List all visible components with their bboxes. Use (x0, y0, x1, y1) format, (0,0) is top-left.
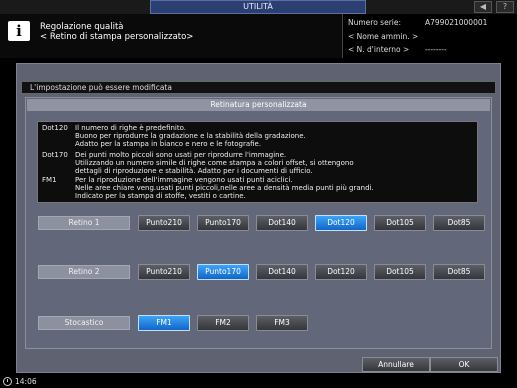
desc-text: Nelle aree chiare veng.usati punti picco… (75, 184, 374, 192)
retino2-punto170-button[interactable]: Punto170 (197, 264, 249, 280)
row-label-retino2: Retino 2 (38, 265, 130, 279)
stocastico-fm3-button[interactable]: FM3 (256, 315, 308, 331)
volume-icon[interactable]: ◀ (474, 1, 492, 13)
serial-label: Numero serie: (348, 18, 402, 27)
retino2-dot105-button[interactable]: Dot105 (374, 264, 426, 280)
info-icon: i (8, 21, 30, 41)
desc-text: Per la riproduzione dell'immagine vengon… (75, 176, 293, 184)
desc-code: Dot120 (42, 124, 68, 132)
help-icon[interactable]: ? (496, 1, 514, 13)
desc-text: Adatto per la stampa in bianco e nero e … (75, 140, 262, 148)
row-label-retino1: Retino 1 (38, 216, 130, 230)
desc-text: Il numero di righe è predefinito. (75, 124, 186, 132)
serial-value: A799021000001 (425, 18, 488, 27)
retino1-punto210-button[interactable]: Punto210 (138, 215, 190, 231)
notice-text: L'impostazione può essere modificata (21, 81, 496, 94)
retino2-dot85-button[interactable]: Dot85 (433, 264, 485, 280)
retino2-punto210-button[interactable]: Punto210 (138, 264, 190, 280)
retino2-dot140-button[interactable]: Dot140 (256, 264, 308, 280)
stocastico-fm1-button[interactable]: FM1 (138, 315, 190, 331)
page-title: Regolazione qualità (40, 22, 124, 32)
clock-icon (3, 377, 12, 386)
desc-text: Utilizzando un numero simile di righe co… (75, 159, 354, 167)
internal-number-label: < N. d'interno > (348, 45, 410, 54)
ok-button[interactable]: OK (430, 357, 498, 372)
retino2-dot120-button[interactable]: Dot120 (315, 264, 367, 280)
admin-name-label: < Nome ammin. > (348, 32, 419, 41)
desc-code: Dot170 (42, 151, 68, 159)
desc-text: Dei punti molto piccoli sono usati per r… (75, 151, 287, 159)
cancel-button[interactable]: Annullare (362, 357, 430, 372)
desc-code: FM1 (42, 176, 57, 184)
desc-text: dettagli di riproduzione e stabilità. Ad… (75, 167, 313, 175)
internal-number-value: -------- (425, 45, 447, 54)
clock-time: 14:06 (15, 377, 37, 386)
row-label-stocastico: Stocastico (38, 316, 130, 330)
retino1-dot85-button[interactable]: Dot85 (433, 215, 485, 231)
desc-text: Buono per riprodurre la gradazione e la … (75, 132, 306, 140)
retino1-dot140-button[interactable]: Dot140 (256, 215, 308, 231)
desc-text: Indicato per la stampa di stoffe, vestit… (75, 192, 246, 200)
status-bar (0, 375, 517, 388)
retino1-punto170-button[interactable]: Punto170 (197, 215, 249, 231)
tab-utilita[interactable]: UTILITÀ (150, 0, 366, 14)
retino1-dot105-button[interactable]: Dot105 (374, 215, 426, 231)
stocastico-fm2-button[interactable]: FM2 (197, 315, 249, 331)
retino1-dot120-button[interactable]: Dot120 (315, 215, 367, 231)
page-subtitle: < Retino di stampa personalizzato> (40, 32, 194, 42)
panel-title: Retinatura personalizzata (27, 99, 490, 111)
